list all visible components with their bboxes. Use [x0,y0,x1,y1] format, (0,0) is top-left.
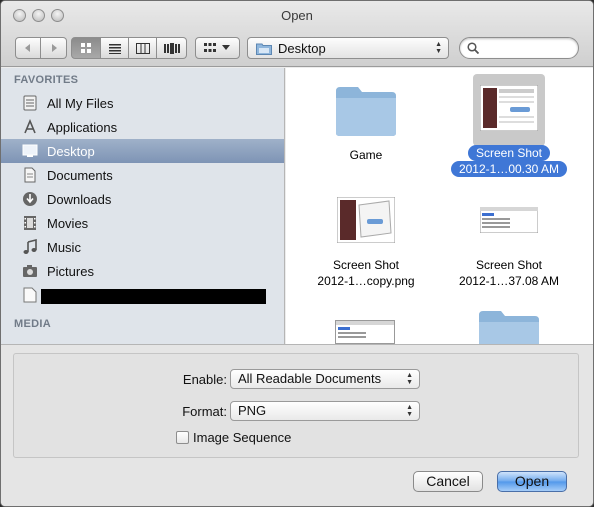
document-icon [21,286,39,304]
file-name-line2: 2012-1…copy.png [317,274,415,288]
list-view-icon [108,43,121,54]
column-view-button[interactable] [129,37,157,59]
view-mode-control [71,37,187,59]
sidebar-item-label: Music [47,239,81,255]
redacted-name-bar [41,289,266,304]
file-item-screenshot-copy[interactable]: Screen Shot 2012-1…copy.png [291,197,441,289]
file-item-game[interactable]: Game [291,85,441,163]
file-name: Screen Shot [467,145,551,161]
coverflow-view-icon [163,42,180,54]
search-field[interactable] [459,37,579,59]
folder-icon [336,87,396,136]
cancel-button[interactable]: Cancel [413,471,483,492]
open-dialog: Open Desktop ▲ ▼ FAVORITES All My Files … [0,0,594,507]
file-name: Game [349,148,383,162]
list-view-button[interactable] [101,37,129,59]
open-button[interactable]: Open [497,471,567,492]
enable-popup[interactable]: All Readable Documents ▲ ▼ [230,369,420,389]
sidebar-item-label: Movies [47,215,89,231]
sidebar-item-label: Desktop [47,143,95,159]
sidebar-item-movies[interactable]: Movies [1,211,284,235]
sidebar-item-music[interactable]: Music [1,235,284,259]
file-name-line2: 2012-1…00.30 AM [450,161,568,177]
pictures-icon [21,262,39,280]
grid-icon [204,43,216,52]
sidebar-item-applications[interactable]: Applications [1,115,284,139]
all-files-icon [21,94,39,112]
window-title: Open [281,8,313,23]
desktop-icon [21,142,39,160]
sidebar-item-label: Documents [47,167,113,183]
arrange-button[interactable] [195,37,240,59]
enable-value: All Readable Documents [238,371,382,386]
chevron-left-icon [25,44,30,52]
updown-arrows-icon: ▲ ▼ [435,41,442,55]
file-item-screenshot-3708[interactable]: Screen Shot 2012-1…37.08 AM [434,207,584,289]
format-label: Format: [182,404,227,419]
file-item-screenshot-selected[interactable]: Screen Shot 2012-1…00.30 AM [434,85,584,177]
format-popup[interactable]: PNG ▲ ▼ [230,401,420,421]
sidebar-header-media: MEDIA [14,318,51,330]
image-sequence-label: Image Sequence [193,430,292,445]
format-value: PNG [238,403,267,418]
title-bar: Open Desktop ▲ ▼ [1,1,593,67]
movies-icon [21,214,39,232]
icon-view-icon [81,43,91,53]
screenshot-thumbnail-icon [480,207,538,233]
music-icon [21,238,39,256]
screenshot-thumbnail-icon [337,197,395,243]
history-navigation [15,37,67,59]
downloads-icon [21,190,39,208]
sidebar-header-favorites: FAVORITES [14,74,79,86]
folder-icon[interactable] [477,309,541,344]
location-popup[interactable]: Desktop ▲ ▼ [247,37,449,59]
file-name: Screen Shot [332,258,400,272]
enable-label: Enable: [182,372,227,387]
sidebar-item-documents[interactable]: Documents [1,163,284,187]
sidebar-item-label: All My Files [47,95,114,111]
sidebar-item-label: Pictures [47,263,94,279]
applications-icon [21,118,39,136]
sidebar: FAVORITES All My Files Applications Desk… [1,68,285,344]
column-view-icon [135,42,150,54]
back-button[interactable] [15,37,41,59]
desktop-folder-icon [256,43,272,55]
chevron-right-icon [51,44,57,52]
updown-arrows-icon: ▲ ▼ [406,372,413,386]
screenshot-thumbnail-icon [480,85,538,131]
sidebar-item-all-my-files[interactable]: All My Files [1,91,284,115]
documents-icon [21,166,39,184]
location-label: Desktop [278,40,326,56]
search-icon [467,42,479,54]
coverflow-view-button[interactable] [157,37,187,59]
sidebar-item-desktop[interactable]: Desktop [1,139,284,163]
icon-view-button[interactable] [71,37,101,59]
image-sequence-checkbox[interactable] [176,431,189,444]
options-panel: Enable: All Readable Documents ▲ ▼ Format… [1,344,593,506]
chevron-down-icon [222,45,230,50]
forward-button[interactable] [41,37,67,59]
sidebar-item-downloads[interactable]: Downloads [1,187,284,211]
file-name-line2: 2012-1…37.08 AM [458,274,560,288]
sidebar-item-pictures[interactable]: Pictures [1,259,284,283]
updown-arrows-icon: ▲ ▼ [406,404,413,418]
screenshot-thumbnail-icon[interactable] [335,320,395,344]
sidebar-item-label: Downloads [47,191,112,207]
sidebar-item-label: Applications [47,119,118,135]
file-name: Screen Shot [475,258,543,272]
